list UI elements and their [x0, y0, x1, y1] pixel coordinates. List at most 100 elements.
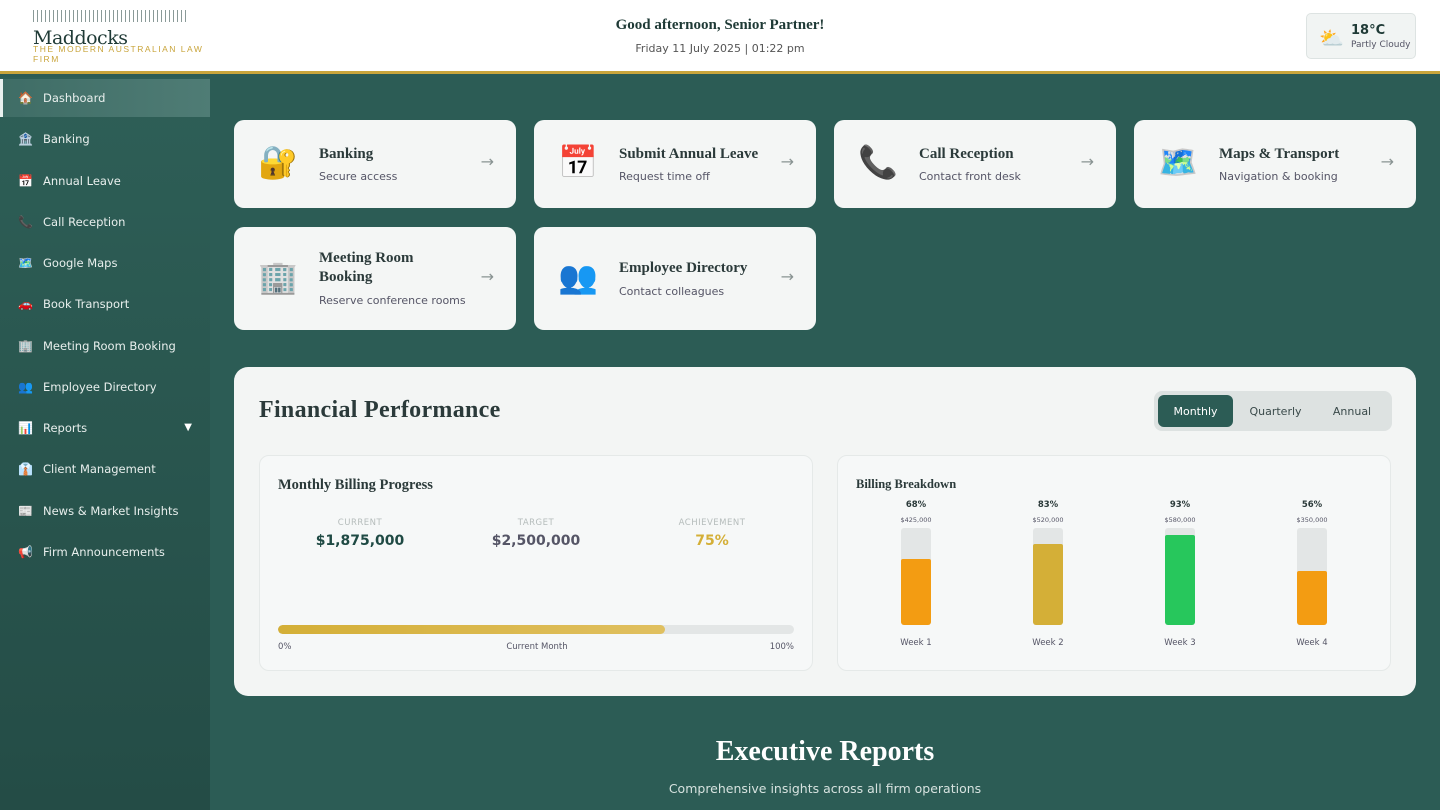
bar-group: 93% $580,000 Week 3 [1140, 500, 1220, 648]
weather-condition: Partly Cloudy [1351, 40, 1411, 50]
card-title: Employee Directory [619, 260, 748, 276]
arrow-right-icon[interactable]: → [781, 267, 794, 286]
sidebar-item-dashboard[interactable]: 🏠 Dashboard [0, 79, 210, 117]
bar-track [1165, 528, 1195, 625]
bar-category-label: Week 1 [900, 638, 932, 648]
progress-max-label: 100% [769, 642, 794, 652]
period-annual-button[interactable]: Annual [1316, 395, 1388, 427]
bar-group: 56% $350,000 Week 4 [1272, 500, 1352, 648]
phone-icon: 📞 [858, 143, 898, 181]
chart-icon: 📊 [18, 421, 33, 435]
billing-progress-bar [278, 625, 794, 634]
bar[interactable] [901, 559, 931, 625]
card-title: Call Reception [919, 146, 1014, 162]
date-time: Friday 11 July 2025 | 01:22 pm [635, 42, 805, 55]
target-stat: TARGET $2,500,000 [451, 518, 621, 549]
sidebar-item-label: Google Maps [43, 256, 118, 270]
sidebar-item-label: Call Reception [43, 215, 126, 229]
bar-track [901, 528, 931, 625]
card-maps-transport[interactable]: 🗺️ Maps & Transport Navigation & booking → [1134, 120, 1416, 208]
bar-track [1297, 528, 1327, 625]
bar[interactable] [1033, 544, 1063, 625]
bar-group: 83% $520,000 Week 2 [1008, 500, 1088, 648]
bar-amount-label: $350,000 [1296, 516, 1328, 524]
car-icon: 🚗 [18, 297, 33, 311]
bar-percent-label: 68% [905, 500, 927, 510]
bar-group: 68% $425,000 Week 1 [876, 500, 956, 648]
building-icon: 🏢 [258, 257, 298, 296]
phone-icon: 📞 [18, 215, 33, 229]
arrow-right-icon[interactable]: → [1381, 152, 1394, 171]
arrow-right-icon[interactable]: → [781, 152, 794, 171]
bar-category-label: Week 4 [1296, 638, 1328, 648]
financial-title: Financial Performance [259, 397, 501, 423]
target-value: $2,500,000 [491, 533, 581, 549]
card-employee-directory[interactable]: 👥 Employee Directory Contact colleagues → [534, 227, 816, 330]
weather-widget[interactable]: ⛅ 18°C Partly Cloudy [1306, 13, 1416, 59]
billing-breakdown-card: Billing Breakdown 68% $425,000 Week 1 83% $5… [837, 455, 1391, 671]
tie-icon: 👔 [18, 462, 33, 476]
lock-key-icon: 🔐 [258, 143, 298, 181]
map-icon: 🗺️ [1158, 143, 1198, 181]
newspaper-icon: 📰 [18, 504, 33, 518]
top-header: Maddocks THE MODERN AUSTRALIAN LAW FIRM … [0, 0, 1440, 74]
card-subtitle: Contact colleagues [619, 285, 725, 298]
card-meeting-room-booking[interactable]: 🏢 Meeting Room Booking Reserve conference … [234, 227, 516, 330]
financial-performance-panel: Financial Performance Monthly Quarterly … [234, 367, 1416, 696]
sidebar-item-meeting-room-booking[interactable]: 🏢 Meeting Room Booking [0, 327, 210, 365]
card-subtitle: Request time off [619, 170, 710, 183]
sidebar-item-firm-announcements[interactable]: 📢 Firm Announcements [0, 533, 210, 571]
bank-icon: 🏦 [18, 132, 33, 146]
bar[interactable] [1165, 535, 1195, 625]
chevron-down-icon[interactable]: ▼ [184, 422, 192, 433]
sidebar-item-reports[interactable]: 📊 Reports ▼ [0, 409, 210, 447]
period-toggle: Monthly Quarterly Annual [1154, 391, 1392, 431]
sidebar-item-call-reception[interactable]: 📞 Call Reception [0, 203, 210, 241]
sidebar-item-news-market-insights[interactable]: 📰 News & Market Insights [0, 492, 210, 530]
sidebar-item-client-management[interactable]: 👔 Client Management [0, 450, 210, 488]
arrow-right-icon[interactable]: → [481, 152, 494, 171]
people-icon: 👥 [558, 257, 598, 296]
sidebar-item-google-maps[interactable]: 🗺️ Google Maps [0, 244, 210, 282]
logo-barcode-graphic [33, 10, 187, 22]
executive-reports-title: Executive Reports [715, 736, 935, 767]
bar-percent-label: 83% [1037, 500, 1059, 510]
firm-logo[interactable]: Maddocks THE MODERN AUSTRALIAN LAW FIRM [33, 10, 233, 64]
card-submit-annual-leave[interactable]: 📅 Submit Annual Leave Request time off → [534, 120, 816, 208]
current-value: $1,875,000 [315, 533, 405, 549]
sidebar-item-label: Dashboard [43, 91, 106, 105]
arrow-right-icon[interactable]: → [481, 267, 494, 286]
sidebar-item-label: Reports [43, 421, 88, 435]
sidebar-item-label: Book Transport [43, 297, 130, 311]
billing-progress-fill [278, 625, 665, 634]
period-quarterly-button[interactable]: Quarterly [1238, 395, 1313, 427]
current-label: CURRENT [337, 518, 383, 528]
card-subtitle: Reserve conference rooms [319, 294, 466, 307]
current-stat: CURRENT $1,875,000 [275, 518, 445, 549]
sidebar-item-annual-leave[interactable]: 📅 Annual Leave [0, 162, 210, 200]
arrow-right-icon[interactable]: → [1081, 152, 1094, 171]
sidebar-item-label: Banking [43, 132, 90, 146]
sidebar-item-label: Annual Leave [43, 174, 121, 188]
sidebar-item-label: News & Market Insights [43, 504, 179, 518]
achievement-value: 75% [695, 533, 729, 549]
period-monthly-button[interactable]: Monthly [1158, 395, 1233, 427]
sidebar-item-book-transport[interactable]: 🚗 Book Transport [0, 285, 210, 323]
sidebar-item-label: Firm Announcements [43, 545, 165, 559]
billing-progress-title: Monthly Billing Progress [278, 477, 433, 493]
card-title: Meeting Room Booking [319, 250, 414, 285]
calendar-icon: 📅 [18, 174, 33, 188]
sidebar-item-employee-directory[interactable]: 👥 Employee Directory [0, 368, 210, 406]
card-title: Maps & Transport [1219, 146, 1340, 162]
bar-percent-label: 93% [1169, 500, 1191, 510]
card-call-reception[interactable]: 📞 Call Reception Contact front desk → [834, 120, 1116, 208]
sidebar: 🏠 Dashboard 🏦 Banking 📅 Annual Leave 📞 Call Rec… [0, 77, 210, 810]
billing-breakdown-title: Billing Breakdown [856, 477, 957, 491]
sidebar-item-banking[interactable]: 🏦 Banking [0, 120, 210, 158]
achievement-stat: ACHIEVEMENT 75% [627, 518, 797, 549]
bar[interactable] [1297, 571, 1327, 625]
home-icon: 🏠 [18, 91, 33, 105]
people-icon: 👥 [18, 380, 33, 394]
sidebar-item-label: Client Management [43, 462, 156, 476]
card-banking[interactable]: 🔐 Banking Secure access → [234, 120, 516, 208]
